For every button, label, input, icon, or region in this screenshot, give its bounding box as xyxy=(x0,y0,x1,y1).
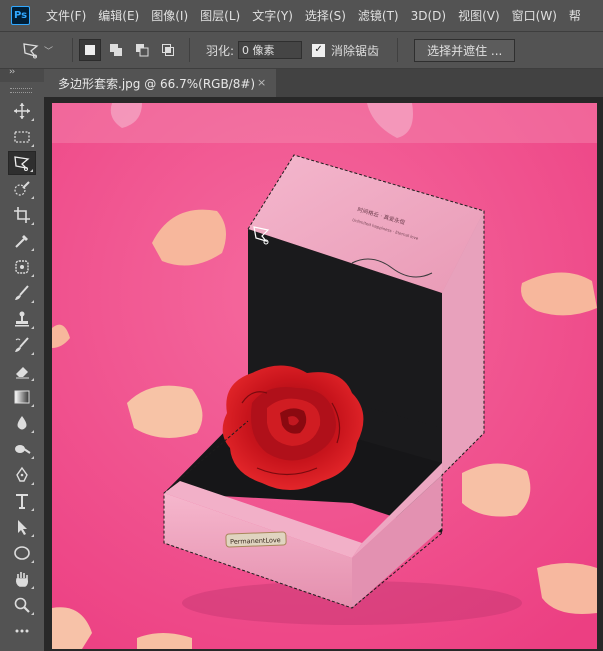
more-icon xyxy=(15,629,29,633)
subtract-selection-button[interactable] xyxy=(131,39,153,61)
history-brush-icon xyxy=(15,337,29,352)
panel-grip[interactable] xyxy=(10,88,32,93)
more-tools[interactable] xyxy=(8,619,36,643)
menu-help[interactable]: 帮 xyxy=(569,7,581,24)
menu-window[interactable]: 窗口(W) xyxy=(512,7,557,24)
gradient-icon xyxy=(14,390,30,404)
gradient-tool[interactable] xyxy=(8,385,36,409)
subtract-selection-icon xyxy=(136,44,149,57)
canvas-area[interactable]: 时间格云 · 真爱永恒 Unlimited happiness · Eterna… xyxy=(44,97,603,651)
new-selection-icon xyxy=(85,45,95,55)
toolbar-header: ›› xyxy=(0,67,44,82)
move-tool[interactable] xyxy=(8,99,36,123)
select-and-mask-button[interactable]: 选择并遮住 ... xyxy=(414,38,516,62)
polygonal-lasso-icon xyxy=(14,156,30,171)
brush-tool[interactable] xyxy=(8,281,36,305)
menu-3d[interactable]: 3D(D) xyxy=(411,9,446,23)
crop-icon xyxy=(14,207,30,223)
menu-file[interactable]: 文件(F) xyxy=(46,7,86,24)
close-icon[interactable]: × xyxy=(257,76,266,89)
collapse-icon[interactable]: ›› xyxy=(9,67,15,77)
clone-stamp-tool[interactable] xyxy=(8,307,36,331)
photoshop-logo-icon[interactable]: Ps xyxy=(11,6,30,25)
antialias-checkbox[interactable]: ✓ xyxy=(312,43,326,57)
intersect-selection-icon xyxy=(162,44,174,56)
antialias-label: 消除锯齿 xyxy=(331,43,380,58)
ellipse-tool[interactable] xyxy=(8,541,36,565)
separator xyxy=(397,38,399,62)
brush-icon xyxy=(15,285,29,300)
tools-panel xyxy=(0,82,44,651)
photoshop-window: Ps 文件(F) 编辑(E) 图像(I) 图层(L) 文字(Y) 选择(S) 滤… xyxy=(0,0,603,651)
quick-select-tool[interactable] xyxy=(8,177,36,201)
eraser-tool[interactable] xyxy=(8,359,36,383)
document-tab-title: 多边形套索.jpg @ 66.7%(RGB/8#) xyxy=(58,76,256,91)
eraser-icon xyxy=(16,367,29,379)
type-tool[interactable] xyxy=(8,489,36,513)
pen-icon xyxy=(16,466,28,482)
path-select-tool[interactable] xyxy=(8,515,36,539)
clone-stamp-icon xyxy=(15,311,29,327)
feather-input[interactable] xyxy=(238,41,303,59)
path-select-icon xyxy=(18,520,27,535)
intersect-selection-button[interactable] xyxy=(157,39,179,61)
document-tabs: 多边形套索.jpg @ 66.7%(RGB/8#) × xyxy=(44,69,603,97)
menu-type[interactable]: 文字(Y) xyxy=(252,7,293,24)
menu-layer[interactable]: 图层(L) xyxy=(200,7,240,24)
zoom-tool[interactable] xyxy=(8,593,36,617)
polygonal-lasso-icon xyxy=(23,43,39,59)
marquee-tool[interactable] xyxy=(8,125,36,149)
menu-view[interactable]: 视图(V) xyxy=(458,7,500,24)
ellipse-icon xyxy=(14,546,30,560)
box-plaque: PermanentLove xyxy=(225,531,287,548)
chevron-down-icon: ﹀ xyxy=(44,46,54,57)
eyedropper-icon xyxy=(15,235,28,248)
blur-icon xyxy=(17,416,27,430)
hand-tool[interactable] xyxy=(8,567,36,591)
feather-label: 羽化: xyxy=(206,43,235,58)
menu-filter[interactable]: 滤镜(T) xyxy=(358,7,399,24)
crop-tool[interactable] xyxy=(8,203,36,227)
hand-icon xyxy=(16,572,29,587)
options-bar: ﹀ 羽化: ✓ 消除锯齿 选择并遮住 ... xyxy=(0,31,603,69)
blur-tool[interactable] xyxy=(8,411,36,435)
separator xyxy=(72,38,73,62)
type-icon xyxy=(16,494,28,509)
quick-select-icon xyxy=(14,181,30,196)
photo-rose-box[interactable]: 时间格云 · 真爱永恒 Unlimited happiness · Eterna… xyxy=(52,103,597,649)
pen-tool[interactable] xyxy=(8,463,36,487)
history-brush-tool[interactable] xyxy=(8,333,36,357)
add-selection-icon xyxy=(110,44,122,56)
marquee-icon xyxy=(14,131,30,143)
healing-brush-tool[interactable] xyxy=(8,255,36,279)
document-canvas[interactable]: 时间格云 · 真爱永恒 Unlimited happiness · Eterna… xyxy=(52,103,597,649)
menu-bar: Ps 文件(F) 编辑(E) 图像(I) 图层(L) 文字(Y) 选择(S) 滤… xyxy=(0,0,603,31)
eyedropper-tool[interactable] xyxy=(8,229,36,253)
menu-edit[interactable]: 编辑(E) xyxy=(98,7,139,24)
healing-brush-icon xyxy=(15,260,29,274)
menu-image[interactable]: 图像(I) xyxy=(151,7,188,24)
menu-select[interactable]: 选择(S) xyxy=(305,7,346,24)
zoom-icon xyxy=(14,597,30,613)
move-icon xyxy=(14,103,30,119)
separator xyxy=(189,38,190,62)
add-selection-button[interactable] xyxy=(105,39,127,61)
dodge-icon xyxy=(15,445,31,454)
tool-preset-picker[interactable]: ﹀ xyxy=(22,41,66,59)
dodge-tool[interactable] xyxy=(8,437,36,461)
new-selection-button[interactable] xyxy=(79,39,101,61)
polygonal-lasso-tool[interactable] xyxy=(8,151,36,175)
document-tab[interactable]: 多边形套索.jpg @ 66.7%(RGB/8#) × xyxy=(44,69,276,97)
